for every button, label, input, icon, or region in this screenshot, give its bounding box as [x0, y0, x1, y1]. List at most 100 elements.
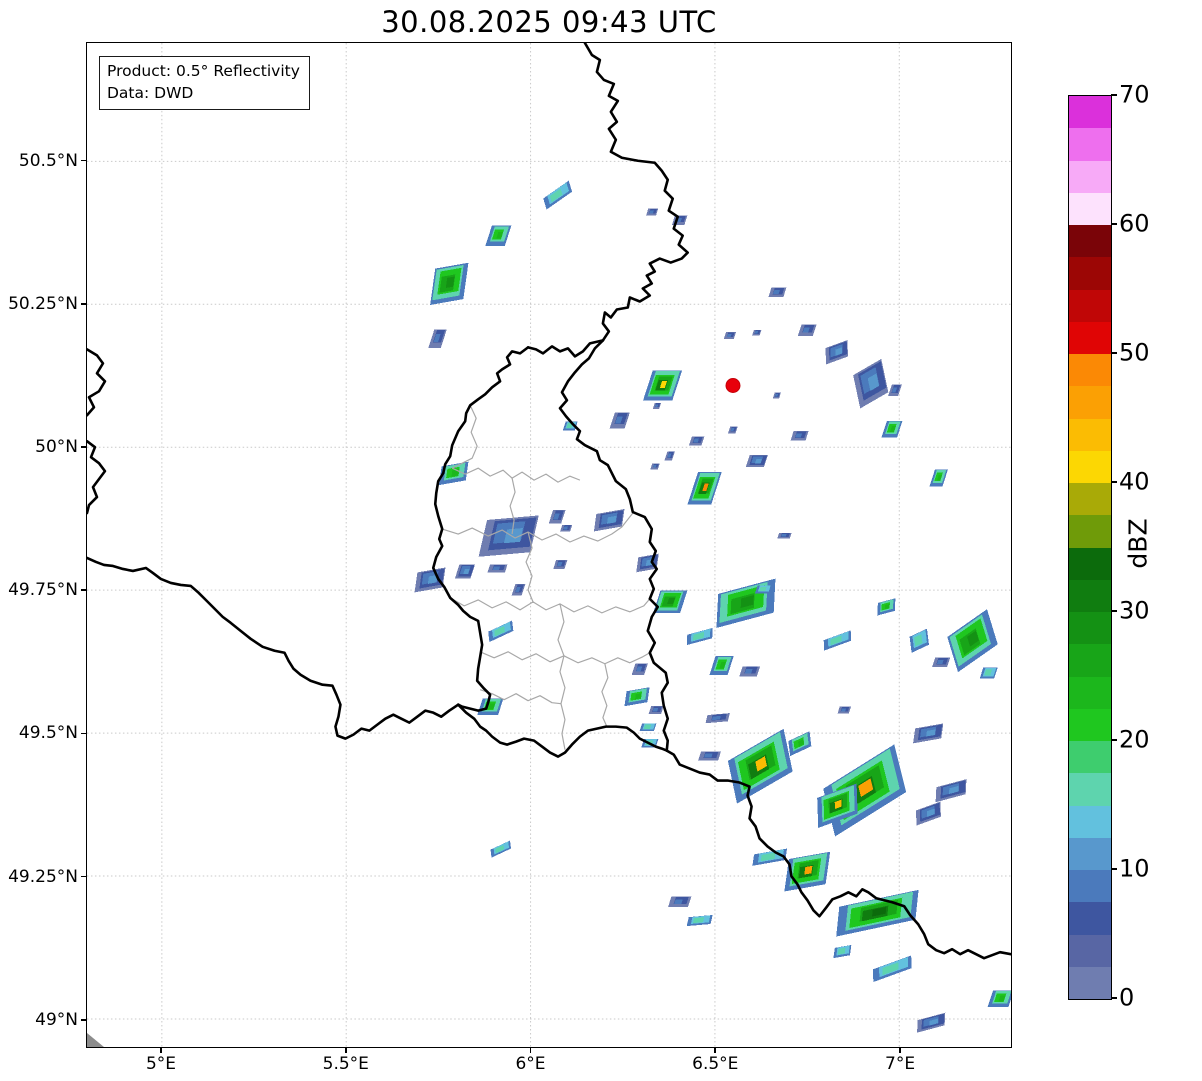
y-tick-mark: [81, 589, 86, 592]
station-marker: [725, 377, 741, 393]
radar-echo: [768, 287, 787, 297]
radar-echo: [853, 358, 889, 409]
y-tick-label: 49°N: [35, 1009, 78, 1030]
colorbar-segment: [1069, 225, 1111, 258]
radar-echo: [688, 436, 705, 446]
radar-echo-layer: [804, 865, 813, 875]
radar-echo: [987, 990, 1011, 1008]
radar-echo: [454, 564, 476, 579]
colorbar-tick-mark: [1111, 223, 1117, 225]
radar-echo: [888, 384, 902, 396]
radar-echo: [705, 713, 730, 724]
country-border: [87, 348, 107, 417]
radar-echo: [490, 840, 512, 858]
y-tick-label: 50°N: [35, 437, 78, 458]
radar-echo: [553, 559, 568, 570]
x-tick-mark: [160, 1048, 162, 1053]
radar-echo: [709, 655, 734, 676]
country-border: [583, 43, 689, 342]
colorbar-tick-mark: [1111, 610, 1117, 612]
radar-echo: [609, 412, 630, 429]
radar-echo: [723, 332, 736, 340]
radar-echo: [727, 426, 738, 434]
y-tick-label: 50.5°N: [18, 150, 78, 171]
radar-echo: [745, 454, 768, 467]
country-border: [87, 556, 460, 740]
radar-echo: [639, 723, 657, 732]
x-tick-label: 5.5°E: [322, 1054, 369, 1074]
radar-echo: [947, 609, 998, 673]
radar-echo: [797, 324, 817, 336]
radar-echo: [488, 620, 514, 643]
colorbar-segment: [1069, 192, 1111, 225]
radar-echo: [837, 706, 852, 714]
radar-echo: [772, 392, 781, 399]
radar-echo-layer: [781, 534, 787, 537]
radar-echo: [646, 208, 659, 216]
colorbar-segment: [1069, 934, 1111, 967]
x-tick-mark: [899, 1048, 901, 1053]
country-border: [87, 439, 107, 515]
radar-echo-layer: [492, 566, 501, 570]
radar-echo: [477, 698, 504, 716]
radar-echo: [511, 584, 526, 596]
radar-echo: [686, 915, 713, 927]
radar-echo: [932, 657, 951, 667]
colorbar-segment: [1069, 870, 1111, 903]
radar-echo: [653, 590, 688, 614]
map-canvas: [87, 43, 1011, 1047]
colorbar-tick-label: 70: [1119, 80, 1150, 109]
radar-echo: [823, 630, 852, 651]
radar-echo: [727, 728, 793, 804]
radar-echo: [752, 848, 788, 866]
colorbar-tick-mark: [1111, 94, 1117, 96]
radar-echo-layer: [674, 899, 683, 904]
colorbar-tick-label: 30: [1119, 596, 1150, 625]
radar-echo: [414, 567, 446, 593]
radar-map-page: 30.08.2025 09:43 UTC Product: 0.5° Refle…: [0, 0, 1202, 1081]
radar-echo: [548, 509, 566, 524]
map-plot-area: [86, 42, 1012, 1048]
colorbar-tick-mark: [1111, 739, 1117, 741]
radar-echo: [643, 370, 683, 401]
radar-echo: [650, 463, 660, 470]
colorbar-segment: [1069, 773, 1111, 806]
colorbar-segment: [1069, 257, 1111, 290]
colorbar-segment: [1069, 579, 1111, 612]
y-tick-label: 50.25°N: [8, 293, 78, 314]
district-border: [601, 663, 609, 727]
colorbar-segment: [1069, 289, 1111, 322]
data-source-line: Data: DWD: [107, 84, 194, 102]
map-clip-corner: [87, 1033, 104, 1047]
colorbar-segment: [1069, 418, 1111, 451]
radar-echo: [935, 779, 967, 803]
radar-echo: [687, 472, 722, 505]
radar-echo: [825, 340, 849, 365]
colorbar-tick-label: 60: [1119, 209, 1150, 238]
district-border: [451, 467, 581, 483]
y-tick-mark: [81, 1019, 86, 1021]
y-tick-mark: [81, 732, 86, 735]
colorbar-segment: [1069, 741, 1111, 774]
colorbar-segment: [1069, 805, 1111, 838]
colorbar-segment: [1069, 644, 1111, 677]
colorbar-tick-mark: [1111, 868, 1117, 870]
product-annotation-box: Product: 0.5° Reflectivity Data: DWD: [99, 56, 310, 110]
colorbar-segment: [1069, 483, 1111, 516]
y-tick-mark: [81, 446, 86, 448]
radar-echo: [833, 944, 852, 959]
colorbar-tick-label: 50: [1119, 338, 1150, 367]
y-tick-label: 49.75°N: [8, 580, 78, 601]
district-border: [479, 651, 651, 665]
colorbar-segment: [1069, 902, 1111, 935]
radar-echo: [915, 801, 941, 826]
x-tick-mark: [714, 1048, 717, 1053]
colorbar-segment: [1069, 321, 1111, 354]
radar-echo-layer: [693, 917, 705, 924]
y-tick-label: 49.25°N: [8, 866, 78, 887]
colorbar-segment: [1069, 837, 1111, 870]
radar-echo: [664, 451, 675, 461]
district-border: [557, 603, 566, 750]
colorbar-segment: [1069, 966, 1111, 999]
page-title: 30.08.2025 09:43 UTC: [381, 5, 717, 39]
